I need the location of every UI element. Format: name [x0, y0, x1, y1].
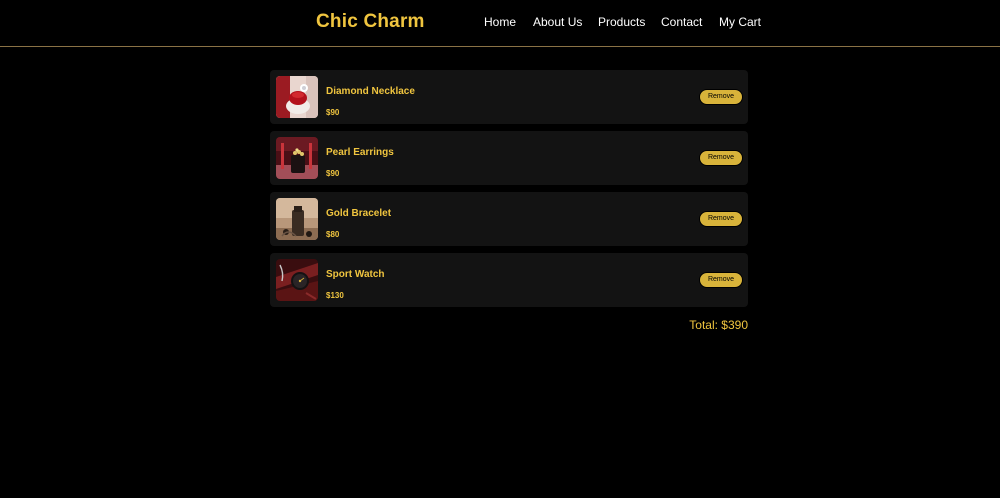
item-price: $80: [326, 230, 340, 239]
nav-my-cart[interactable]: My Cart: [719, 15, 761, 29]
item-price: $90: [326, 108, 340, 117]
remove-button[interactable]: Remove: [699, 150, 743, 166]
remove-button[interactable]: Remove: [699, 211, 743, 227]
nav-about-us[interactable]: About Us: [533, 15, 582, 29]
item-price: $90: [326, 169, 340, 178]
nav-products[interactable]: Products: [598, 15, 645, 29]
cart-item: Gold Bracelet $80 Remove: [270, 192, 748, 246]
watch-photo: [276, 259, 318, 301]
earrings-photo: [276, 137, 318, 179]
item-name: Pearl Earrings: [326, 147, 394, 158]
cart-item: Pearl Earrings $90 Remove: [270, 131, 748, 185]
cart-list: Diamond Necklace $90 Remove Pearl Earrin…: [270, 70, 748, 314]
remove-button[interactable]: Remove: [699, 89, 743, 105]
nav-contact[interactable]: Contact: [661, 15, 702, 29]
bracelet-photo: [276, 198, 318, 240]
cart-item: Sport Watch $130 Remove: [270, 253, 748, 307]
item-price: $130: [326, 291, 344, 300]
cart-total: Total: $390: [689, 318, 748, 332]
item-name: Gold Bracelet: [326, 208, 392, 219]
nav-home[interactable]: Home: [484, 15, 516, 29]
necklace-photo: [276, 76, 318, 118]
cart-item: Diamond Necklace $90 Remove: [270, 70, 748, 124]
item-name: Sport Watch: [326, 269, 385, 280]
item-name: Diamond Necklace: [326, 86, 415, 97]
main-nav: Home About Us Products Contact My Cart: [0, 15, 1000, 31]
remove-button[interactable]: Remove: [699, 272, 743, 288]
site-header: Chic Charm Home About Us Products Contac…: [0, 0, 1000, 47]
